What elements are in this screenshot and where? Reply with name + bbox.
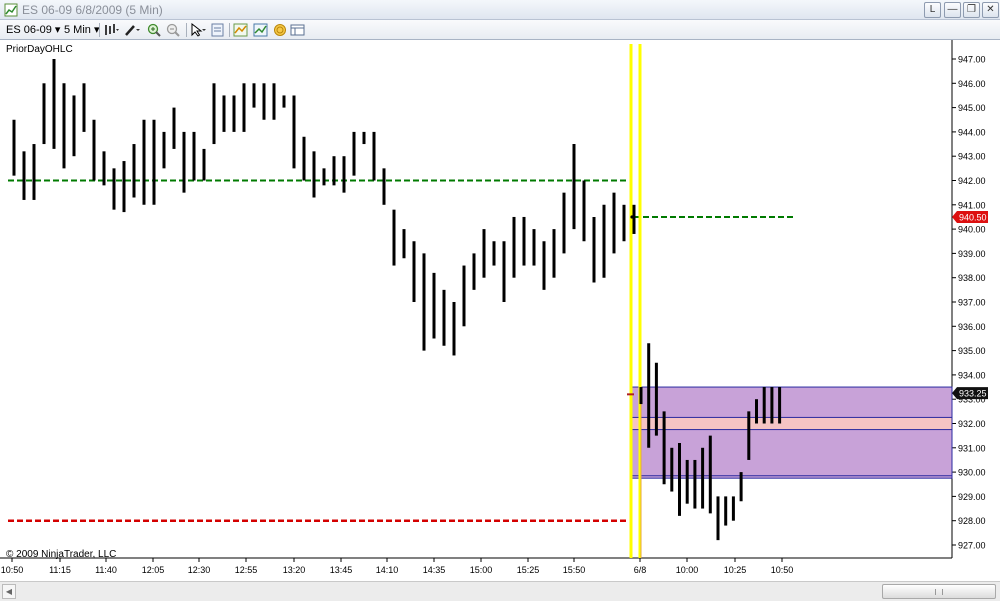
y-tick-label: 939.00 <box>958 249 986 259</box>
scroll-left-icon[interactable]: ◀ <box>2 584 16 599</box>
x-tick-label: 11:40 <box>95 565 117 575</box>
minimize-button[interactable]: — <box>944 2 961 18</box>
x-tick-label: 14:10 <box>376 565 399 575</box>
marker-price-tag-label: 933.25 <box>959 389 987 399</box>
x-tick-label: 13:20 <box>283 565 306 575</box>
y-tick-label: 930.00 <box>958 468 986 478</box>
chart-toolbar: ES 06-09 ▾ 5 Min ▾ <box>0 20 1000 40</box>
data-box-icon[interactable] <box>290 23 306 37</box>
strategies-icon[interactable] <box>253 23 269 37</box>
toolbar-separator <box>186 23 187 37</box>
copyright-text: © 2009 NinjaTrader, LLC <box>6 549 117 560</box>
y-tick-label: 938.00 <box>958 273 986 283</box>
grip-icon <box>935 589 943 595</box>
toolbar-separator <box>229 23 230 37</box>
y-tick-label: 936.00 <box>958 322 986 332</box>
y-tick-label: 929.00 <box>958 492 986 502</box>
indicator-label: PriorDayOHLC <box>6 44 73 55</box>
x-tick-label: 14:35 <box>423 565 446 575</box>
draw-pencil-icon[interactable] <box>124 23 140 37</box>
y-tick-label: 945.00 <box>958 103 986 113</box>
x-tick-label: 10:00 <box>676 565 699 575</box>
window-title: ES 06-09 6/8/2009 (5 Min) <box>22 3 163 17</box>
indicators-icon[interactable] <box>233 23 249 37</box>
period-selector[interactable]: 5 Min ▾ <box>64 22 99 38</box>
link-button[interactable]: L <box>924 2 941 18</box>
x-tick-label: 12:30 <box>188 565 211 575</box>
y-tick-label: 947.00 <box>958 55 986 65</box>
range-inner-band <box>631 416 953 431</box>
cursor-icon[interactable] <box>190 23 206 37</box>
y-tick-label: 942.00 <box>958 176 986 186</box>
x-tick-label: 12:05 <box>142 565 165 575</box>
y-tick-label: 941.00 <box>958 200 986 210</box>
price-chart[interactable]: 947.00 946.00 945.00 944.00 943.00 942.00 941.… <box>0 40 1000 585</box>
y-tick-label: 937.00 <box>958 298 986 308</box>
bar-type-icon[interactable] <box>103 23 119 37</box>
ninjatrader-app-icon <box>4 3 18 17</box>
properties-icon[interactable] <box>210 23 226 37</box>
y-tick-label: 946.00 <box>958 79 986 89</box>
scrollbar-thumb[interactable] <box>882 584 996 599</box>
x-tick-label: 10:25 <box>724 565 747 575</box>
y-tick-label: 928.00 <box>958 516 986 526</box>
x-tick-label: 15:25 <box>517 565 540 575</box>
y-tick-label: 935.00 <box>958 346 986 356</box>
x-tick-label: 13:45 <box>330 565 353 575</box>
coins-icon[interactable] <box>272 23 288 37</box>
zoom-out-icon[interactable] <box>166 23 182 37</box>
x-tick-label: 6/8 <box>634 565 647 575</box>
x-tick-label: 15:00 <box>470 565 493 575</box>
zoom-in-icon[interactable] <box>147 23 163 37</box>
close-button[interactable]: ✕ <box>982 2 999 18</box>
y-tick-label: 932.00 <box>958 419 986 429</box>
x-tick-label: 11:15 <box>49 565 71 575</box>
y-tick-label: 940.00 <box>958 225 986 235</box>
x-tick-label: 12:55 <box>235 565 258 575</box>
toolbar-separator <box>99 23 100 37</box>
horizontal-scrollbar[interactable]: ◀ <box>0 581 1000 601</box>
x-tick-label: 15:50 <box>563 565 586 575</box>
x-tick-label: 10:50 <box>771 565 794 575</box>
y-tick-label: 934.00 <box>958 370 986 380</box>
last-price-tag-label: 940.50 <box>959 212 987 222</box>
maximize-button[interactable]: ❐ <box>963 2 980 18</box>
title-bar: ES 06-09 6/8/2009 (5 Min) L — ❐ ✕ <box>0 0 1000 20</box>
y-tick-label: 931.00 <box>958 443 986 453</box>
y-tick-label: 943.00 <box>958 152 986 162</box>
instrument-selector[interactable]: ES 06-09 ▾ <box>6 22 60 38</box>
y-tick-label: 927.00 <box>958 541 986 551</box>
y-tick-label: 944.00 <box>958 127 986 137</box>
x-tick-label: 10:50 <box>1 565 24 575</box>
